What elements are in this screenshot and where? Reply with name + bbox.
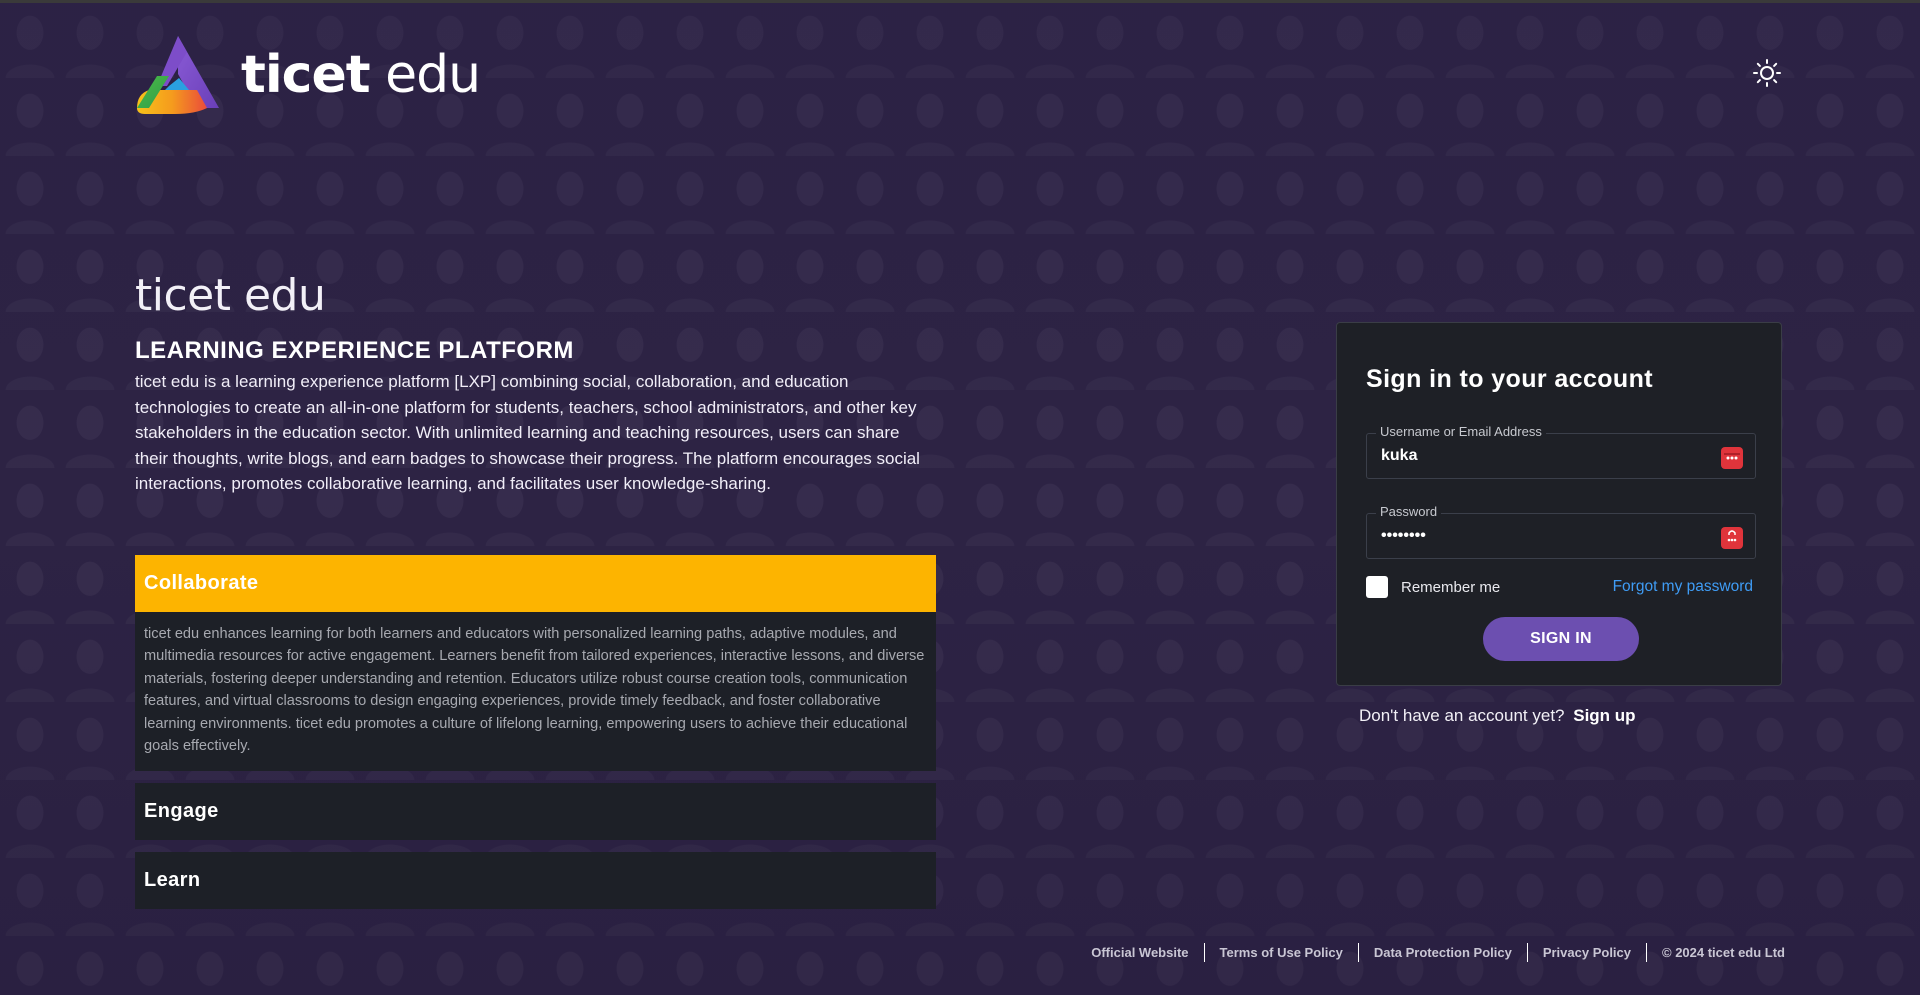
password-input[interactable] — [1379, 526, 1713, 546]
forgot-password-link[interactable]: Forgot my password — [1613, 578, 1753, 596]
password-manager-lock-icon[interactable] — [1721, 527, 1743, 549]
signup-prompt: Don't have an account yet? Sign up — [1359, 706, 1636, 726]
sun-icon — [1753, 59, 1781, 87]
sign-up-link[interactable]: Sign up — [1573, 706, 1635, 725]
accordion-header-engage[interactable]: Engage — [135, 783, 936, 841]
hero-description: ticet edu is a learning experience platf… — [135, 372, 920, 493]
brand-name-light: edu — [369, 45, 481, 105]
remember-me[interactable]: Remember me — [1366, 576, 1500, 598]
accordion-header-learn[interactable]: Learn — [135, 852, 936, 910]
window-top-border — [0, 0, 1920, 3]
brand-name-bold: ticet — [241, 45, 371, 105]
footer-divider — [1203, 943, 1205, 962]
brand-wordmark: ticet edu — [241, 49, 481, 101]
password-label: Password — [1376, 504, 1442, 519]
username-field: Username or Email Address — [1366, 424, 1756, 479]
password-field: Password — [1366, 504, 1756, 559]
footer-link-terms[interactable]: Terms of Use Policy — [1220, 945, 1343, 960]
lock-icon — [1727, 530, 1737, 542]
remember-me-checkbox[interactable] — [1366, 576, 1388, 598]
hero-subtitle: LEARNING EXPERIENCE PLATFORM — [135, 337, 574, 364]
footer-divider — [1646, 943, 1647, 962]
signup-prompt-text: Don't have an account yet? — [1359, 706, 1565, 725]
accordion-header-collaborate[interactable]: Collaborate — [135, 555, 936, 612]
dots-icon — [1724, 453, 1740, 460]
username-input[interactable] — [1379, 446, 1713, 466]
footer: Official Website Terms of Use Policy Dat… — [1091, 943, 1785, 962]
sign-in-button[interactable]: SIGN IN — [1483, 617, 1639, 661]
footer-divider — [1526, 943, 1528, 962]
footer-copyright: © 2024 ticet edu Ltd — [1662, 945, 1785, 960]
theme-toggle-button[interactable] — [1752, 58, 1782, 88]
login-card: Sign in to your account Username or Emai… — [1336, 322, 1782, 686]
login-title: Sign in to your account — [1366, 365, 1653, 393]
footer-link-official-website[interactable]: Official Website — [1091, 945, 1188, 960]
footer-divider — [1357, 943, 1359, 962]
hero-section: ticet edu LEARNING EXPERIENCE PLATFORM t… — [135, 270, 935, 497]
footer-link-privacy[interactable]: Privacy Policy — [1543, 945, 1631, 960]
username-label: Username or Email Address — [1376, 424, 1546, 439]
hero-title: ticet edu — [135, 270, 326, 321]
feature-accordion: Collaborate ticet edu enhances learning … — [135, 555, 936, 910]
brand-logo[interactable]: ticet edu — [135, 34, 481, 116]
accordion-body-collaborate: ticet edu enhances learning for both lea… — [135, 612, 936, 772]
remember-me-label: Remember me — [1401, 578, 1501, 596]
footer-link-data-protection[interactable]: Data Protection Policy — [1374, 945, 1512, 960]
logo-mark-icon — [137, 36, 219, 114]
password-manager-icon[interactable] — [1721, 447, 1743, 469]
page: ticet edu ticet edu LEARNING EXPERIENCE … — [0, 0, 1920, 995]
